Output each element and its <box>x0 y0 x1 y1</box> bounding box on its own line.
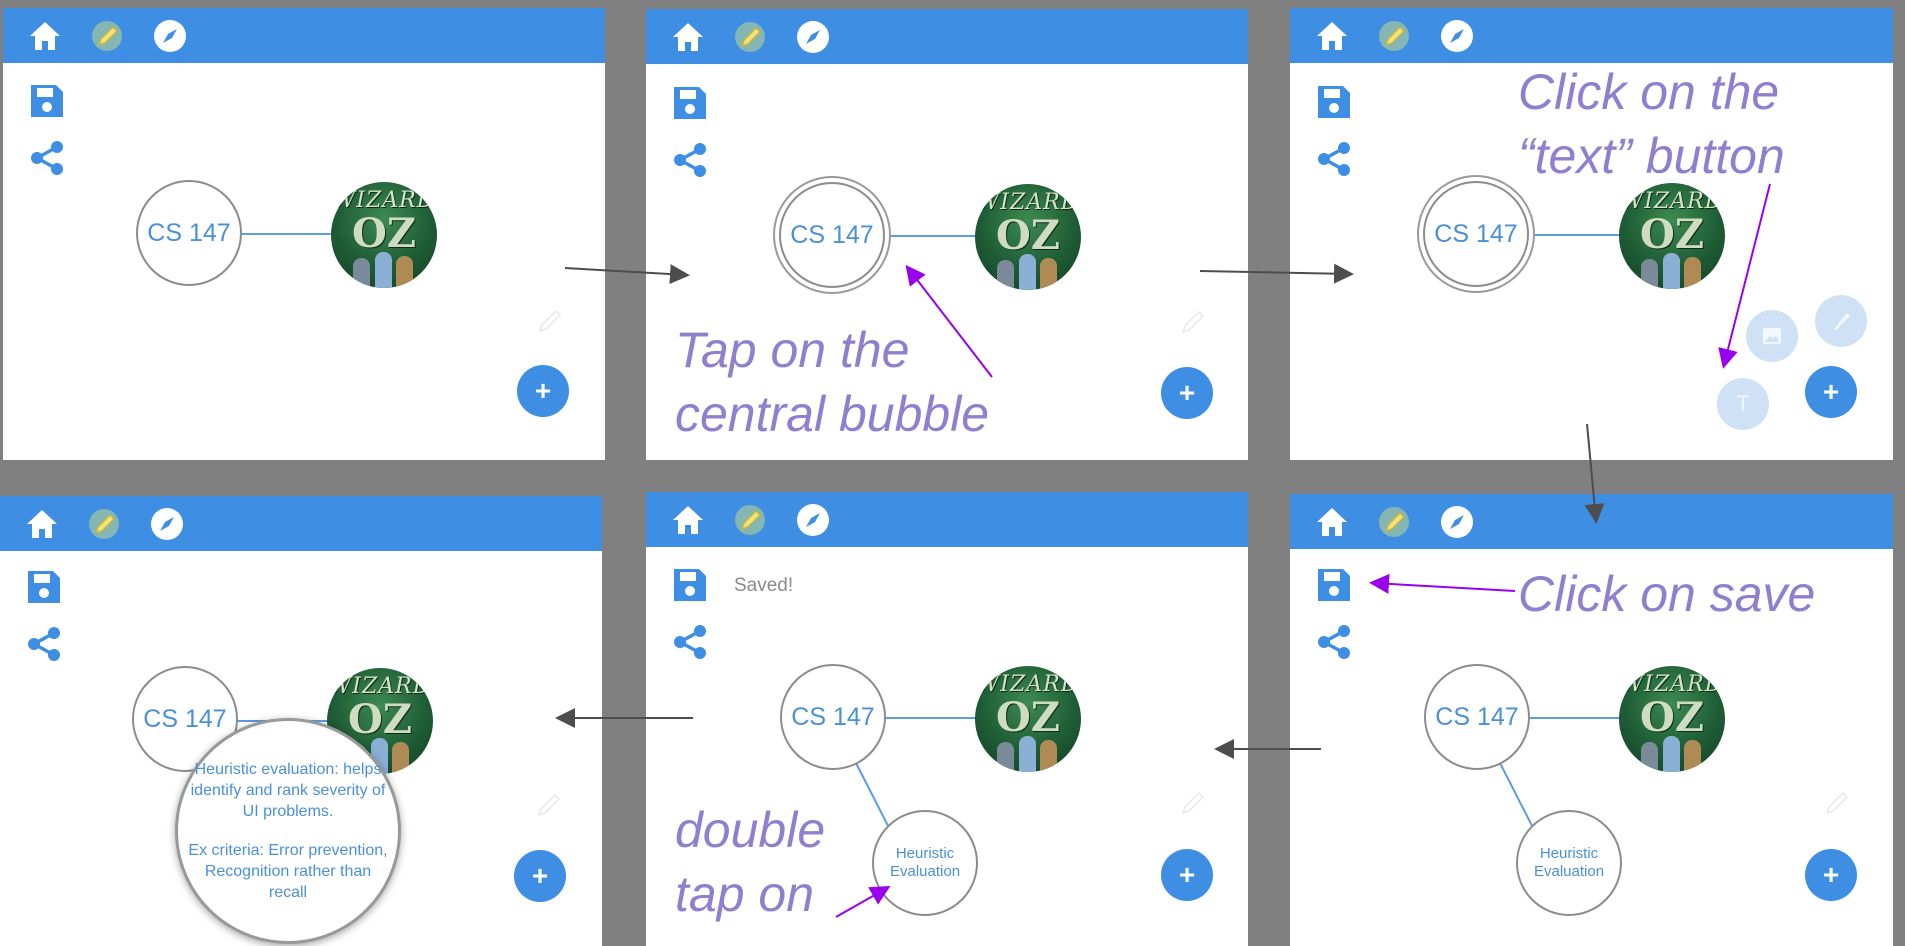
add-button[interactable]: + <box>517 365 569 417</box>
faint-pencil-icon <box>537 793 561 817</box>
faint-pencil-icon <box>1181 310 1205 334</box>
compass-icon[interactable] <box>1439 18 1475 54</box>
top-bar <box>646 9 1248 64</box>
home-icon[interactable] <box>670 19 706 55</box>
top-bar <box>1290 494 1893 549</box>
wizard-of-oz-image-node[interactable]: WIZARD OZ <box>331 182 437 288</box>
compass-icon[interactable] <box>1439 504 1475 540</box>
step-1-panel: CS 147 WIZARD OZ + <box>3 8 605 460</box>
step-6-panel: CS 147 WIZARD OZ Heuristic evaluation: h… <box>0 496 602 946</box>
compass-icon[interactable] <box>149 506 185 542</box>
save-icon[interactable] <box>25 568 63 606</box>
child-bubble-heuristic-evaluation[interactable]: Heuristic Evaluation <box>872 810 978 916</box>
annotation-tap-central-line1: Tap on the <box>675 322 910 378</box>
image-button[interactable] <box>1746 310 1798 362</box>
add-button[interactable]: + <box>1805 849 1857 901</box>
annotation-double-tap-line1: double <box>675 802 826 858</box>
wizard-of-oz-image-node[interactable]: WIZARD OZ <box>1619 183 1725 289</box>
compass-icon[interactable] <box>795 502 831 538</box>
share-icon[interactable] <box>671 141 709 179</box>
share-icon[interactable] <box>1315 623 1353 661</box>
text-button[interactable]: T <box>1717 378 1769 430</box>
annotation-click-text-line1: Click on the <box>1518 64 1780 120</box>
image-icon <box>1763 328 1781 344</box>
share-icon[interactable] <box>1315 140 1353 178</box>
annotation-double-tap-line2: tap on <box>675 866 815 922</box>
link-line <box>886 235 981 237</box>
add-button[interactable]: + <box>1805 366 1857 418</box>
brush-button[interactable] <box>1815 295 1867 347</box>
central-bubble[interactable]: CS 147 <box>780 664 886 770</box>
top-bar <box>646 492 1248 547</box>
pencil-icon[interactable] <box>1376 504 1412 540</box>
saved-status-text: Saved! <box>734 575 794 596</box>
annotation-tap-central-line2: central bubble <box>675 386 990 442</box>
home-icon[interactable] <box>27 18 63 54</box>
home-icon[interactable] <box>1314 18 1350 54</box>
link-line <box>241 233 336 235</box>
pencil-icon[interactable] <box>1376 18 1412 54</box>
expanded-text-bubble[interactable]: Heuristic evaluation: helps identify and… <box>175 718 401 944</box>
pencil-icon[interactable] <box>86 506 122 542</box>
add-button[interactable]: + <box>1161 849 1213 901</box>
pencil-icon[interactable] <box>89 18 125 54</box>
faint-pencil-icon <box>1181 791 1205 815</box>
image-big-text: OZ <box>1639 694 1705 741</box>
expanded-text-definition: Heuristic evaluation: helps identify and… <box>190 761 386 820</box>
home-icon[interactable] <box>670 502 706 538</box>
save-icon[interactable] <box>1315 566 1353 604</box>
image-big-text: OZ <box>995 212 1061 259</box>
compass-icon[interactable] <box>152 18 188 54</box>
save-icon[interactable] <box>671 84 709 122</box>
link-line <box>1530 234 1625 236</box>
link-line <box>886 717 981 719</box>
image-big-text: OZ <box>1639 211 1705 258</box>
annotation-click-text-line2: “text” button <box>1518 128 1785 184</box>
share-icon[interactable] <box>671 623 709 661</box>
wizard-of-oz-image-node[interactable]: WIZARD OZ <box>975 666 1081 772</box>
share-icon[interactable] <box>25 625 63 663</box>
central-bubble[interactable]: CS 147 <box>779 182 885 288</box>
home-icon[interactable] <box>1314 504 1350 540</box>
top-bar <box>3 8 605 63</box>
add-button[interactable]: + <box>1161 367 1213 419</box>
wizard-of-oz-image-node[interactable]: WIZARD OZ <box>975 184 1081 290</box>
top-bar <box>1290 8 1893 63</box>
central-bubble[interactable]: CS 147 <box>136 180 242 286</box>
brush-icon <box>1833 313 1850 330</box>
top-bar <box>0 496 602 551</box>
home-icon[interactable] <box>24 506 60 542</box>
expanded-text-criteria: Ex criteria: Error prevention, Recogniti… <box>188 842 388 901</box>
link-line <box>1530 717 1625 719</box>
image-big-text: OZ <box>995 694 1061 741</box>
central-bubble[interactable]: CS 147 <box>1424 664 1530 770</box>
add-button[interactable]: + <box>514 850 566 902</box>
compass-icon[interactable] <box>795 19 831 55</box>
save-icon[interactable] <box>671 566 709 604</box>
save-icon[interactable] <box>28 82 66 120</box>
pencil-icon[interactable] <box>732 19 768 55</box>
wizard-of-oz-image-node[interactable]: WIZARD OZ <box>1619 666 1725 772</box>
central-bubble[interactable]: CS 147 <box>1423 181 1529 287</box>
faint-pencil-icon <box>538 309 562 333</box>
image-big-text: OZ <box>351 210 417 257</box>
pencil-icon[interactable] <box>732 502 768 538</box>
child-bubble-heuristic-evaluation[interactable]: Heuristic Evaluation <box>1516 810 1622 916</box>
faint-pencil-icon <box>1825 791 1849 815</box>
share-icon[interactable] <box>28 139 66 177</box>
annotation-click-save: Click on save <box>1518 566 1816 622</box>
save-icon[interactable] <box>1315 83 1353 121</box>
